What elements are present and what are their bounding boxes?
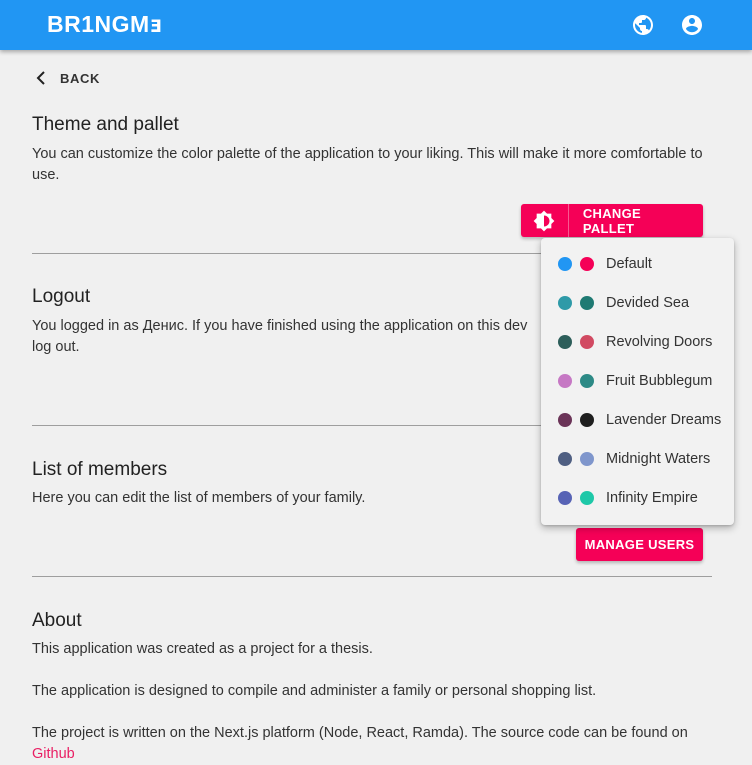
color-dot [558,490,572,505]
manage-users-button[interactable]: MANAGE USERS [576,528,703,561]
globe-icon[interactable] [631,13,655,37]
color-dot [580,412,594,427]
color-dot [558,295,572,310]
palette-item-label: Fruit Bubblegum [606,372,713,389]
color-dot [558,451,572,466]
app-bar: BR1NGMⱻ [0,0,752,50]
about-paragraph-3: The project is written on the Next.js pl… [32,723,722,765]
color-dot [580,256,594,271]
change-pallet-label: CHANGE PALLET [582,205,641,236]
chevron-left-icon [34,71,48,85]
brightness-icon [521,204,569,237]
palette-item-fruit-bubblegum[interactable]: Fruit Bubblegum [541,361,734,400]
palette-item-devided-sea[interactable]: Devided Sea [541,283,734,322]
palette-menu: Default Devided Sea Revolving Doors Frui… [541,238,734,525]
color-dot [580,295,594,310]
account-circle-icon[interactable] [680,13,704,37]
color-dot [580,451,594,466]
color-dot [558,334,572,349]
color-dot [558,412,572,427]
github-link[interactable]: Github [32,746,75,762]
color-dot [580,373,594,388]
palette-item-midnight-waters[interactable]: Midnight Waters [541,439,734,478]
app-logo[interactable]: BR1NGMⱻ [47,11,163,38]
theme-description: You can customize the color palette of t… [32,146,703,183]
about-title: About [32,610,82,631]
palette-item-label: Default [606,255,652,272]
theme-section: Theme and pallet You can customize the c… [32,114,722,186]
about-paragraph-1: This application was created as a projec… [32,641,373,657]
change-pallet-button[interactable]: CHANGE PALLET [521,204,703,237]
palette-item-lavender-dreams[interactable]: Lavender Dreams [541,400,734,439]
palette-item-label: Lavender Dreams [606,411,722,428]
divider [32,576,712,577]
about-paragraph-3-text: The project is written on the Next.js pl… [32,725,688,741]
back-label: BACK [60,70,100,86]
palette-item-default[interactable]: Default [541,244,734,283]
palette-item-revolving-doors[interactable]: Revolving Doors [541,322,734,361]
color-dot [558,373,572,388]
palette-item-label: Midnight Waters [606,450,711,467]
theme-title: Theme and pallet [32,114,179,135]
color-dot [580,334,594,349]
about-paragraph-2: The application is designed to compile a… [32,683,597,699]
color-dot [558,256,572,271]
back-button[interactable]: BACK [34,66,100,90]
palette-item-label: Revolving Doors [606,333,713,350]
color-dot [580,490,594,505]
about-section: About This application was created as a … [32,610,722,765]
palette-item-label: Infinity Empire [606,489,698,506]
palette-item-infinity-empire[interactable]: Infinity Empire [541,478,734,517]
palette-item-label: Devided Sea [606,294,690,311]
manage-users-label: MANAGE USERS [584,537,695,552]
